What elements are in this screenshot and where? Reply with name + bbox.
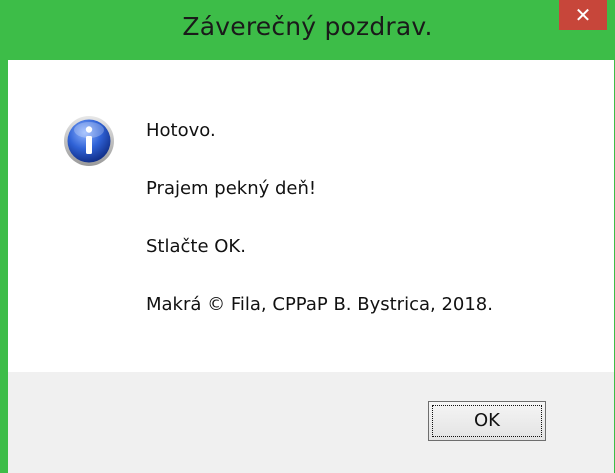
- button-bar: OK: [8, 372, 614, 473]
- message-content: Hotovo. Prajem pekný deň! Stlačte OK. Ma…: [8, 60, 614, 372]
- ok-button[interactable]: OK: [428, 401, 546, 441]
- close-icon: ✕: [574, 3, 592, 27]
- window-title: Záverečný pozdrav.: [182, 12, 433, 41]
- close-button[interactable]: ✕: [559, 0, 607, 30]
- title-bar[interactable]: Záverečný pozdrav. ✕: [0, 0, 615, 60]
- info-icon: [64, 116, 114, 166]
- message-line-4: Makrá © Fila, CPPaP B. Bystrica, 2018.: [146, 294, 493, 315]
- message-line-3: Stlačte OK.: [146, 236, 246, 257]
- message-box-window: Záverečný pozdrav. ✕ Hotovo. Prajem pekn…: [0, 0, 615, 473]
- message-line-1: Hotovo.: [146, 120, 216, 141]
- message-line-2: Prajem pekný deň!: [146, 178, 317, 199]
